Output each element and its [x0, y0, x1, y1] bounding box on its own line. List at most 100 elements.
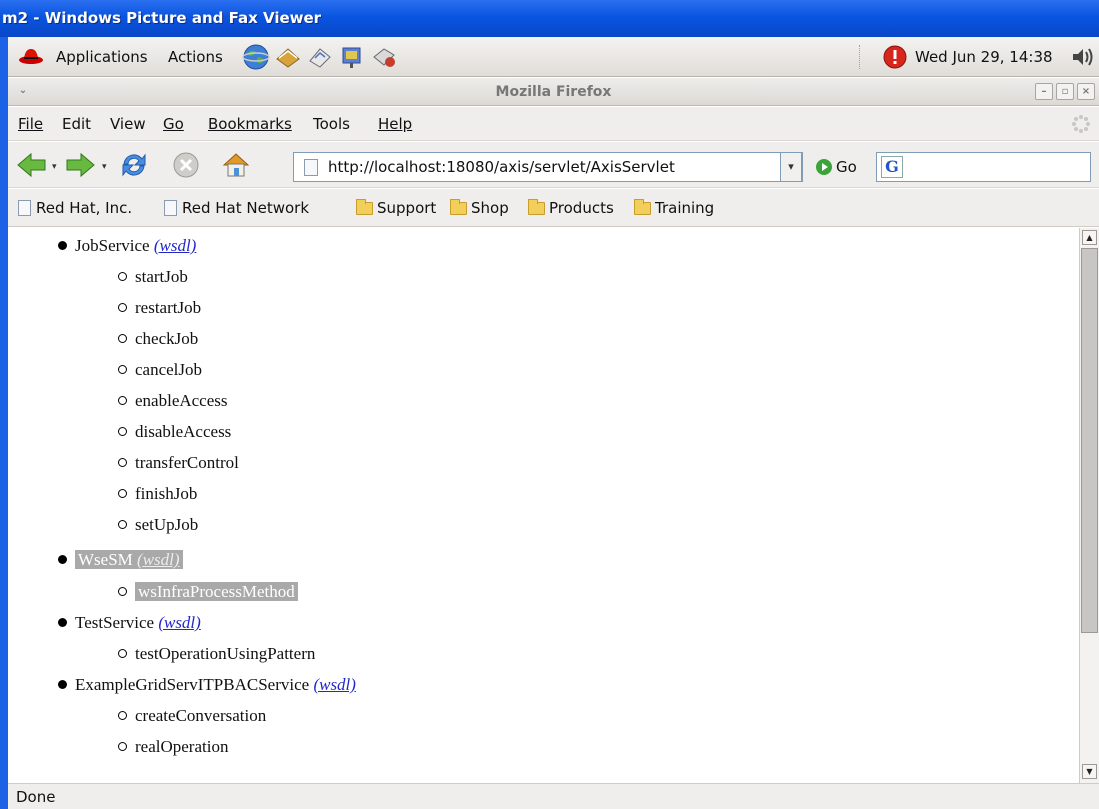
- bullet-disc: [58, 680, 67, 689]
- bullet-circle: [118, 334, 127, 343]
- forward-history-dropdown[interactable]: ▾: [102, 162, 110, 172]
- service-item: WseSM (wsdl): [58, 545, 183, 575]
- scroll-up-arrow-icon[interactable]: ▲: [1082, 230, 1097, 245]
- menu-help[interactable]: Help: [378, 107, 412, 141]
- bookmark-label: Support: [377, 199, 437, 217]
- actions-menu[interactable]: Actions: [168, 37, 223, 77]
- wsdl-link[interactable]: (wsdl): [158, 613, 201, 632]
- go-icon: [816, 159, 832, 175]
- operation-item: createConversation: [118, 701, 266, 731]
- panel-clock[interactable]: Wed Jun 29, 14:38: [915, 37, 1053, 77]
- bookmark-label: Red Hat, Inc.: [36, 199, 133, 217]
- bookmark-folder-support[interactable]: Support: [356, 189, 436, 227]
- service-name: WseSM: [78, 550, 133, 569]
- operation-name: disableAccess: [135, 422, 232, 441]
- applications-menu[interactable]: Applications: [56, 37, 148, 77]
- operation-name: checkJob: [135, 329, 199, 348]
- menu-edit-label: Edit: [62, 115, 92, 133]
- operation-name: startJob: [135, 267, 188, 286]
- go-label: Go: [836, 158, 857, 176]
- folder-icon: [356, 199, 373, 215]
- menu-go[interactable]: Go: [163, 107, 184, 141]
- url-bar[interactable]: http://localhost:18080/axis/servlet/Axis…: [293, 152, 803, 182]
- operation-item: realOperation: [118, 732, 228, 762]
- operation-item: checkJob: [118, 324, 198, 354]
- back-arrow-icon[interactable]: [16, 150, 48, 180]
- menu-tools-label: Tools: [313, 115, 350, 133]
- presentation-icon[interactable]: [338, 43, 366, 71]
- operation-item: setUpJob: [118, 510, 198, 540]
- service-item: ExampleGridServITPBACService (wsdl): [58, 670, 356, 700]
- scrollbar-thumb[interactable]: [1081, 248, 1098, 633]
- spreadsheet-icon[interactable]: [370, 43, 398, 71]
- close-button[interactable]: ×: [1077, 83, 1095, 100]
- menu-help-label: Help: [378, 115, 413, 133]
- bookmark-folder-products[interactable]: Products: [528, 189, 614, 227]
- operation-item: testOperationUsingPattern: [118, 639, 315, 669]
- maximize-button[interactable]: ▫: [1056, 83, 1074, 100]
- bookmark-label: Products: [549, 199, 614, 217]
- bookmark-folder-shop[interactable]: Shop: [450, 189, 509, 227]
- menu-tools[interactable]: Tools: [313, 107, 350, 141]
- viewer-title: m2 - Windows Picture and Fax Viewer: [2, 9, 322, 27]
- menu-file[interactable]: File: [18, 107, 43, 141]
- firefox-window: Applications Actions Wed Jun 29, 14:38 ⌄…: [8, 37, 1099, 809]
- bullet-circle: [118, 458, 127, 467]
- bullet-circle: [118, 303, 127, 312]
- operation-name: enableAccess: [135, 391, 228, 410]
- bookmark-redhat-inc[interactable]: Red Hat, Inc.: [18, 189, 132, 227]
- bullet-circle: [118, 649, 127, 658]
- back-history-dropdown[interactable]: ▾: [52, 162, 60, 172]
- operation-name: setUpJob: [135, 515, 199, 534]
- bookmark-folder-training[interactable]: Training: [634, 189, 714, 227]
- bookmarks-toolbar: Red Hat, Inc. Red Hat Network Support Sh…: [8, 189, 1099, 227]
- menu-view[interactable]: View: [110, 107, 146, 141]
- stop-icon[interactable]: [170, 150, 202, 180]
- minimize-button[interactable]: –: [1035, 83, 1053, 100]
- url-history-dropdown[interactable]: ▾: [780, 152, 802, 182]
- operation-name: finishJob: [135, 484, 198, 503]
- redhat-icon[interactable]: [18, 46, 44, 66]
- operation-item: finishJob: [118, 479, 197, 509]
- google-search-engine-icon[interactable]: G: [881, 156, 903, 178]
- operation-name: testOperationUsingPattern: [135, 644, 316, 663]
- browser-globe-icon[interactable]: [242, 43, 270, 71]
- window-title: Mozilla Firefox: [495, 84, 612, 100]
- bullet-circle: [118, 587, 127, 596]
- go-button[interactable]: Go: [816, 152, 857, 182]
- forward-arrow-icon[interactable]: [64, 150, 96, 180]
- wsdl-link[interactable]: (wsdl): [313, 675, 356, 694]
- vertical-scrollbar[interactable]: ▲ ▼: [1079, 228, 1099, 783]
- operation-item: enableAccess: [118, 386, 228, 416]
- search-box[interactable]: G: [876, 152, 1091, 182]
- navigation-toolbar: ▾ ▾ http://localhost:18080/axis/servlet/…: [8, 142, 1099, 188]
- scroll-down-arrow-icon[interactable]: ▼: [1082, 764, 1097, 779]
- alert-icon[interactable]: [883, 45, 907, 69]
- menu-bookmarks[interactable]: Bookmarks: [208, 107, 292, 141]
- status-text: Done: [16, 788, 56, 806]
- page-icon: [304, 159, 318, 176]
- bookmark-redhat-network[interactable]: Red Hat Network: [164, 189, 309, 227]
- service-item: JobService (wsdl): [58, 231, 196, 261]
- wsdl-link[interactable]: (wsdl): [137, 550, 180, 569]
- reload-icon[interactable]: [118, 150, 150, 180]
- mail-icon[interactable]: [274, 43, 302, 71]
- home-icon[interactable]: [220, 150, 252, 180]
- bullet-circle: [118, 272, 127, 281]
- notification-area: Wed Jun 29, 14:38: [859, 37, 1099, 77]
- status-bar: Done: [8, 783, 1099, 809]
- bullet-circle: [118, 711, 127, 720]
- wsdl-link[interactable]: (wsdl): [154, 236, 197, 255]
- service-name: JobService: [75, 236, 150, 255]
- operation-name: restartJob: [135, 298, 202, 317]
- volume-icon[interactable]: [1071, 46, 1095, 68]
- menu-edit[interactable]: Edit: [62, 107, 91, 141]
- viewer-frame-left: [0, 37, 8, 809]
- url-text[interactable]: http://localhost:18080/axis/servlet/Axis…: [328, 153, 675, 181]
- writer-icon[interactable]: [306, 43, 334, 71]
- operation-name: realOperation: [135, 737, 229, 756]
- window-menu-icon[interactable]: ⌄: [14, 83, 32, 100]
- menu-view-label: View: [110, 115, 146, 133]
- operation-item: wsInfraProcessMethod: [118, 577, 298, 607]
- bullet-disc: [58, 555, 67, 564]
